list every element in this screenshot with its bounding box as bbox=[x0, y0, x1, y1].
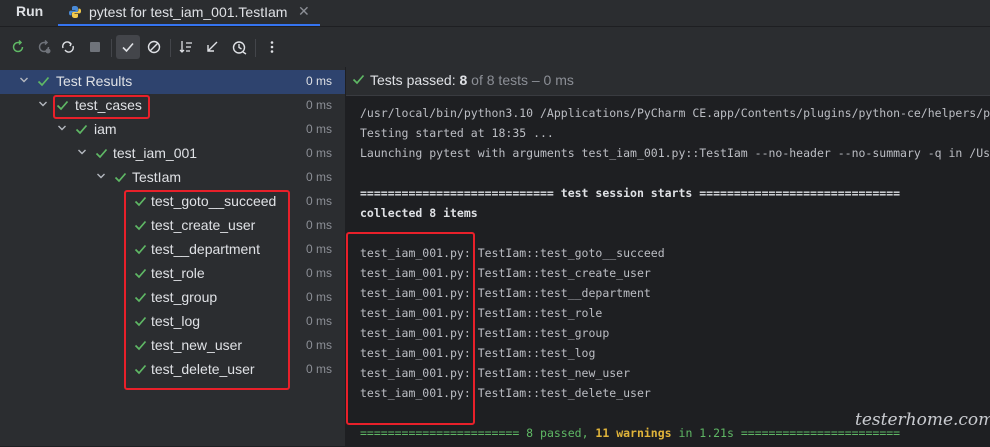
session-header-line: ============================ test sessio… bbox=[360, 186, 901, 200]
tree-node-duration: 0 ms bbox=[306, 290, 333, 304]
passed-check-icon bbox=[75, 124, 88, 135]
tree-node-duration: 0 ms bbox=[306, 194, 333, 208]
test-status-bar: Tests passed: 8 of 8 tests – 0 ms bbox=[346, 67, 990, 95]
tree-node-label: iam bbox=[94, 121, 117, 137]
watermark-text: testerhome.com bbox=[855, 410, 990, 430]
passed-summary: 8 passed bbox=[526, 426, 582, 440]
console-line: Testing started at 18:35 ... bbox=[360, 126, 554, 140]
show-ignored-icon[interactable] bbox=[144, 37, 164, 57]
more-options-icon[interactable] bbox=[262, 37, 282, 57]
highlight-box-console-files bbox=[346, 232, 475, 425]
rerun-icon[interactable] bbox=[8, 37, 28, 57]
tree-node-duration: 0 ms bbox=[306, 170, 333, 184]
tab-title: pytest for test_iam_001.TestIam bbox=[89, 4, 288, 20]
tree-node-duration: 0 ms bbox=[306, 242, 333, 256]
run-tool-window-title: Run bbox=[16, 3, 44, 19]
sort-alphabetically-icon[interactable] bbox=[176, 37, 196, 57]
tree-node-duration: 0 ms bbox=[306, 122, 333, 136]
console-line: Launching pytest with arguments test_iam… bbox=[360, 146, 990, 160]
summary-line: ======================= 8 passed, 11 war… bbox=[360, 426, 901, 440]
tree-node-duration: 0 ms bbox=[306, 146, 333, 160]
passed-check-icon bbox=[95, 148, 108, 159]
chevron-down-icon[interactable] bbox=[76, 146, 88, 158]
chevron-down-icon[interactable] bbox=[18, 74, 30, 86]
test-history-icon[interactable] bbox=[229, 37, 249, 57]
tree-node-testiam[interactable]: TestIam 0 ms bbox=[0, 166, 345, 190]
run-toolbar bbox=[0, 27, 990, 67]
toggle-auto-test-icon[interactable] bbox=[58, 37, 78, 57]
chevron-down-icon[interactable] bbox=[95, 170, 107, 182]
chevron-down-icon[interactable] bbox=[56, 122, 68, 134]
tree-node-label: TestIam bbox=[132, 169, 182, 185]
tree-node-label: test_iam_001 bbox=[113, 145, 198, 161]
tree-node-iam[interactable]: iam 0 ms bbox=[0, 118, 345, 142]
tree-node-duration: 0 ms bbox=[306, 98, 333, 112]
python-icon bbox=[69, 6, 81, 18]
tree-node-test-cases[interactable]: test_cases 0 ms bbox=[0, 94, 345, 118]
tree-node-duration: 0 ms bbox=[306, 338, 333, 352]
toolbar-separator bbox=[170, 39, 171, 57]
tree-node-duration: 0 ms bbox=[306, 314, 333, 328]
passed-check-icon bbox=[114, 172, 127, 183]
test-status-text: Tests passed: 8 of 8 tests – 0 ms bbox=[370, 72, 574, 88]
warnings-summary: 11 warnings bbox=[595, 426, 672, 440]
stop-icon[interactable] bbox=[85, 37, 105, 57]
show-passed-icon[interactable] bbox=[116, 35, 140, 59]
highlight-box-test-list bbox=[124, 190, 290, 390]
passed-check-icon bbox=[37, 76, 50, 87]
highlight-box-test-cases bbox=[53, 95, 150, 119]
tree-node-duration: 0 ms bbox=[306, 74, 333, 88]
tree-node-duration: 0 ms bbox=[306, 362, 333, 376]
passed-check-icon bbox=[352, 74, 365, 85]
toolbar-separator bbox=[111, 39, 112, 57]
tree-node-duration: 0 ms bbox=[306, 266, 333, 280]
tree-node-test-iam-001[interactable]: test_iam_001 0 ms bbox=[0, 142, 345, 166]
rerun-failed-icon[interactable] bbox=[34, 37, 54, 57]
collected-line: collected 8 items bbox=[360, 206, 478, 220]
sort-by-duration-icon[interactable] bbox=[202, 37, 222, 57]
chevron-down-icon[interactable] bbox=[37, 98, 49, 110]
tree-node-test-results[interactable]: Test Results 0 ms bbox=[0, 70, 345, 94]
tool-window-header: Run pytest for test_iam_001.TestIam ✕ bbox=[0, 0, 990, 27]
tree-node-label: Test Results bbox=[56, 73, 133, 89]
toolbar-separator bbox=[255, 39, 256, 57]
console-line: /usr/local/bin/python3.10 /Applications/… bbox=[360, 106, 990, 120]
tree-node-duration: 0 ms bbox=[306, 218, 333, 232]
tab-pytest-run[interactable]: pytest for test_iam_001.TestIam ✕ bbox=[58, 0, 320, 26]
close-tab-icon[interactable]: ✕ bbox=[298, 3, 310, 20]
